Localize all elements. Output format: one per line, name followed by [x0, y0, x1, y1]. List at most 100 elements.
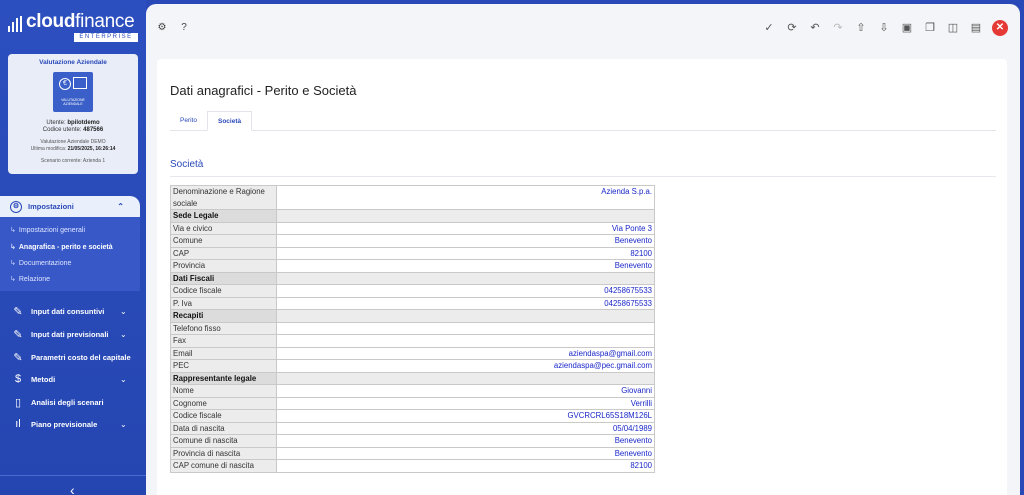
field-value[interactable]: 04258675533 — [276, 296, 655, 310]
edit-icon: ✎ — [13, 352, 23, 364]
table-row: Comune di nascita Benevento — [170, 434, 655, 448]
download-icon[interactable]: ⇩ — [877, 21, 891, 35]
sidebar-item-input-previsionali[interactable]: ✎ Input dati previsionali ⌄ — [12, 328, 126, 341]
field-value[interactable]: aziendaspa@gmail.com — [276, 346, 655, 360]
field-label: Provincia — [170, 259, 277, 273]
code-label: Codice utente: — [42, 127, 82, 133]
valuation-image: € VALUTAZIONE AZIENDALE — [53, 72, 93, 112]
nav-label: Analisi degli scenari — [31, 398, 104, 407]
field-value — [276, 209, 655, 223]
field-value[interactable]: Benevento — [276, 434, 655, 448]
field-value[interactable]: Benevento — [276, 234, 655, 248]
table-row: Comune Benevento — [170, 234, 655, 248]
table-section-row: Dati Fiscali — [170, 271, 655, 285]
edit-icon: ✎ — [13, 329, 23, 341]
sidebar-item-input-consuntivi[interactable]: ✎ Input dati consuntivi ⌄ — [12, 305, 126, 318]
tab-societa[interactable]: Società — [207, 111, 253, 131]
chevron-up-icon: ⌃ — [117, 202, 124, 211]
field-value[interactable] — [276, 334, 655, 348]
field-label: CAP comune di nascita — [170, 459, 277, 473]
field-value — [276, 271, 655, 285]
field-label: Cognome — [170, 396, 277, 410]
field-value[interactable]: Benevento — [276, 259, 655, 273]
sidebar: cloudfinance ENTERPRISE Valutazione Azie… — [0, 0, 146, 495]
field-label: Rappresentante legale — [170, 371, 277, 385]
field-label: Sede Legale — [170, 209, 277, 223]
sidebar-item-analisi[interactable]: ▯ Analisi degli scenari — [12, 396, 104, 409]
field-value[interactable]: Via Ponte 3 — [276, 221, 655, 235]
field-value[interactable]: 82100 — [276, 459, 655, 473]
field-value[interactable]: Giovanni — [276, 384, 655, 398]
sidebar-item-parametri[interactable]: ✎ Parametri costo del capitale — [12, 351, 131, 364]
field-value[interactable]: Benevento — [276, 446, 655, 460]
arrow-icon: ↳ — [10, 260, 16, 267]
panel-icon[interactable]: ◫ — [946, 21, 960, 35]
field-value[interactable]: 04258675533 — [276, 284, 655, 298]
logo-bars-icon — [8, 16, 22, 32]
field-label: Denominazione e Ragione sociale — [170, 185, 277, 210]
current-scenario: Scenario corrente: Azienda 1 — [40, 158, 106, 164]
field-label: P. Iva — [170, 296, 277, 310]
nav-label: Piano previsionale — [31, 419, 98, 429]
subitem-impostazioni-generali[interactable]: ↳ Impostazioni generali — [10, 226, 85, 234]
table-row: Codice fiscale GVCRCRL65S18M126L — [170, 409, 655, 423]
chevron-down-icon: ⌄ — [120, 330, 127, 339]
subitem-label: Impostazioni generali — [18, 227, 86, 234]
redo-icon[interactable]: ↷ — [831, 21, 845, 35]
last-mod-value: 21/05/2025, 16:26:14 — [67, 146, 116, 152]
collapse-sidebar-icon[interactable]: ‹ — [70, 482, 75, 495]
table-row: Telefono fisso — [170, 321, 655, 335]
edit-icon: ✎ — [13, 306, 23, 318]
check-icon[interactable]: ✓ — [762, 21, 776, 35]
upload-icon[interactable]: ⇧ — [854, 21, 868, 35]
section-divider — [170, 176, 996, 177]
settings-icon[interactable]: ⚙ — [156, 22, 168, 34]
field-value[interactable]: Verrilli — [276, 396, 655, 410]
table-row: Provincia Benevento — [170, 259, 655, 273]
sidebar-item-piano[interactable]: ıl Piano previsionale ⌄ — [12, 418, 126, 430]
arrow-icon: ↳ — [10, 227, 16, 234]
image-caption: VALUTAZIONE AZIENDALE — [61, 98, 85, 106]
field-label: PEC — [170, 359, 277, 373]
field-label: Recapiti — [170, 309, 277, 323]
table-row: Codice fiscale 04258675533 — [170, 284, 655, 298]
sidebar-item-metodi[interactable]: $ Metodi ⌄ — [12, 373, 127, 385]
page-title: Dati anagrafici - Perito e Società — [170, 83, 357, 98]
nav-label: Input dati previsionali — [31, 330, 109, 339]
nav-label: Input dati consuntivi — [31, 307, 105, 316]
field-value[interactable]: aziendaspa@pec.gmail.com — [276, 359, 655, 373]
save-icon[interactable]: ▣ — [900, 21, 914, 35]
table-section-row: Recapiti — [170, 309, 655, 323]
field-value[interactable]: 82100 — [276, 246, 655, 260]
nav-label: Parametri costo del capitale — [31, 353, 131, 362]
subitem-label: Relazione — [18, 276, 51, 283]
layout-icon[interactable]: ▤ — [969, 21, 983, 35]
close-icon[interactable]: ✕ — [992, 20, 1008, 36]
gear-icon: ⚙ — [10, 200, 22, 213]
field-label: Email — [170, 346, 277, 360]
sidebar-section-impostazioni[interactable]: ⚙ Impostazioni ⌃ — [0, 196, 140, 217]
table-row: Data di nascita 05/04/1989 — [170, 421, 655, 435]
help-icon[interactable]: ? — [178, 22, 190, 34]
subitem-documentazione[interactable]: ↳ Documentazione — [10, 259, 71, 267]
chevron-down-icon: ⌄ — [120, 374, 127, 384]
table-row: P. Iva 04258675533 — [170, 296, 655, 310]
tab-perito[interactable]: Perito — [170, 111, 207, 131]
brand-logo[interactable]: cloudfinance ENTERPRISE — [8, 10, 138, 42]
field-value[interactable] — [276, 321, 655, 335]
field-value[interactable]: GVCRCRL65S18M126L — [276, 409, 655, 423]
subitem-anagrafica[interactable]: ↳ Anagrafica - perito e società — [10, 243, 113, 251]
copy-icon[interactable]: ❐ — [923, 21, 937, 35]
content-card: Dati anagrafici - Perito e Società Perit… — [157, 59, 1007, 495]
undo-icon[interactable]: ↶ — [808, 21, 822, 35]
nav-label: Metodi — [31, 374, 56, 384]
subitem-relazione[interactable]: ↳ Relazione — [10, 275, 50, 283]
brand-name-thin: finance — [75, 11, 135, 32]
dollar-icon: $ — [14, 373, 22, 385]
code-value: 487566 — [83, 127, 104, 133]
last-mod-label: Ultima modifica: — [30, 146, 67, 152]
field-value[interactable]: Azienda S.p.a. — [276, 185, 655, 210]
chevron-down-icon: ⌄ — [120, 419, 127, 429]
refresh-icon[interactable]: ⟳ — [785, 21, 799, 35]
field-value[interactable]: 05/04/1989 — [276, 421, 655, 435]
